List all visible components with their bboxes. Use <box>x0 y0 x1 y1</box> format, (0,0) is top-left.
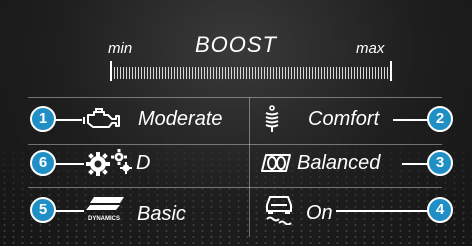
callout-badge-6: 6 <box>30 150 56 176</box>
callout-badge-4: 4 <box>427 197 453 223</box>
boost-min-label: min <box>108 40 133 57</box>
engine-icon <box>83 108 120 128</box>
boost-gauge <box>110 61 392 81</box>
suspension-spring-icon <box>265 105 279 132</box>
setting-suspension-label: Comfort <box>308 108 380 130</box>
divider-bottom <box>28 187 442 188</box>
leader-line-1 <box>52 119 82 121</box>
leader-line-2 <box>393 119 429 121</box>
divider-middle <box>28 144 442 145</box>
setting-amg-dynamics-label: Basic <box>137 203 186 225</box>
boost-gauge-fill <box>114 67 388 79</box>
leader-line-6 <box>52 163 84 165</box>
divider-vertical <box>249 97 250 237</box>
callout-badge-2: 2 <box>427 106 453 132</box>
esp-skid-icon <box>266 196 292 225</box>
boost-title: BOOST <box>194 32 277 57</box>
leader-line-3 <box>402 163 429 165</box>
transmission-gear-icon <box>86 149 132 176</box>
leader-line-4 <box>336 210 429 212</box>
callout-badge-3: 3 <box>427 150 453 176</box>
amg-dynamics-icon: DYNAMICS <box>86 197 124 222</box>
setting-steering-label: Balanced <box>297 152 381 174</box>
callout-badge-5: 5 <box>30 197 56 223</box>
leader-line-5 <box>52 210 84 212</box>
amg-dynamics-text: DYNAMICS <box>88 216 120 222</box>
boost-max-label: max <box>356 40 385 57</box>
drive-program-screen: BOOST min max Moderate 1 Comfort 2 D 6 B… <box>0 0 472 246</box>
callout-badge-1: 1 <box>30 106 56 132</box>
steering-balance-icon <box>261 154 291 172</box>
divider-top <box>28 97 442 98</box>
setting-transmission-label: D <box>136 152 151 174</box>
setting-engine-label: Moderate <box>138 108 223 130</box>
setting-esp-label: On <box>306 202 333 224</box>
